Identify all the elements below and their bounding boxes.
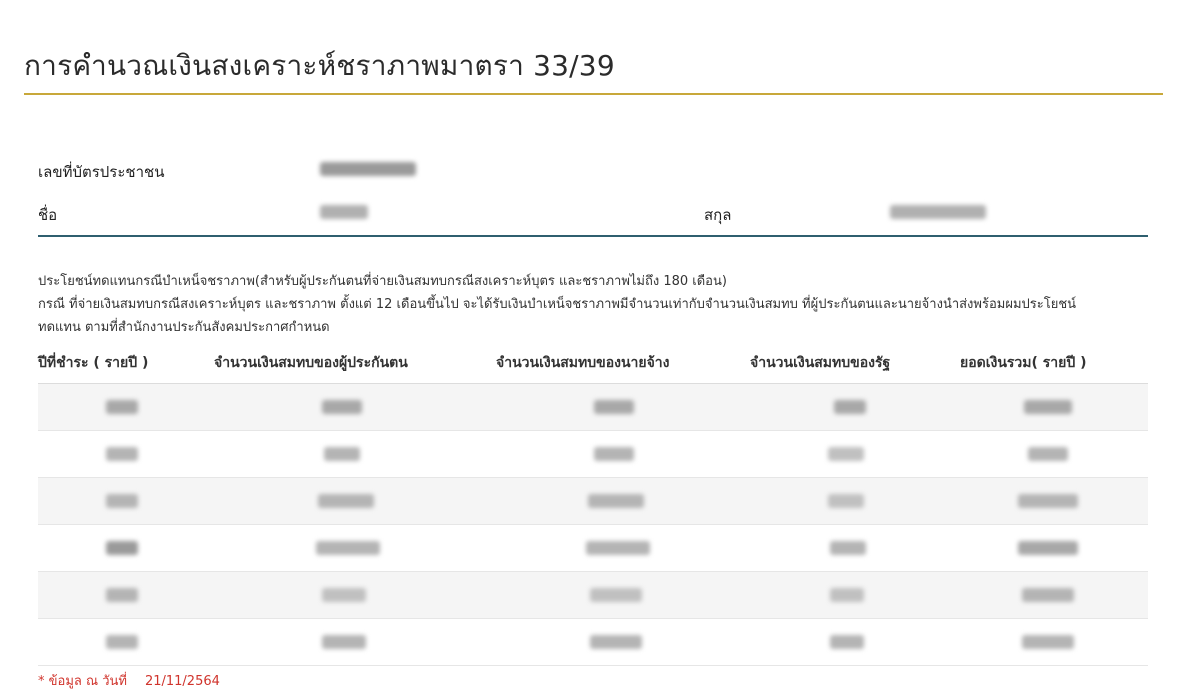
year-cell-redacted [106,494,138,508]
contribution-table: ปีที่ชำระ ( รายปี ) จำนวนเงินสมทบของผู้ป… [38,340,1148,666]
employer-cell-redacted [590,635,642,649]
insured-cell-redacted [322,400,362,414]
employer-cell-redacted [586,541,650,555]
total-cell-redacted [1018,494,1078,508]
insured-cell-redacted [322,588,366,602]
id-row: เลขที่บัตรประชาชน [38,150,1148,193]
benefit-description: ประโยชน์ทดแทนกรณีบำเหน็จชราภาพ(สำหรับผู้… [38,270,1148,339]
year-cell-redacted [106,400,138,414]
table-header: ปีที่ชำระ ( รายปี ) จำนวนเงินสมทบของผู้ป… [38,340,1148,384]
description-line-3: ทดแทน ตามที่สำนักงานประกันสังคมประกาศกำห… [38,320,330,335]
header-yearly-total: ยอดเงินรวม( รายปี ) [960,355,1087,371]
employer-cell-redacted [588,494,644,508]
surname-label: สกุล [704,206,732,224]
info-divider [38,235,1148,237]
description-line-2: กรณี ที่จ่ายเงินสมทบกรณีสงเคราะห์บุตร แล… [38,297,1077,312]
personal-info: เลขที่บัตรประชาชน ชื่อ สกุล [38,150,1148,236]
table-row [38,384,1148,431]
header-government-contribution: จำนวนเงินสมทบของรัฐ [750,355,891,371]
insured-cell-redacted [316,541,380,555]
total-cell-redacted [1024,400,1072,414]
id-value-redacted [320,162,416,176]
insured-cell-redacted [324,447,360,461]
total-cell-redacted [1028,447,1068,461]
insured-cell-redacted [318,494,374,508]
name-label: ชื่อ [38,206,58,224]
header-employer-contribution: จำนวนเงินสมทบของนายจ้าง [496,355,670,371]
year-cell-redacted [106,588,138,602]
title-divider [24,93,1163,95]
year-cell-redacted [106,635,138,649]
footnote-label: * ข้อมูล ณ วันที่ [38,674,127,689]
surname-value-redacted [890,205,986,219]
total-cell-redacted [1022,588,1074,602]
header-year: ปีที่ชำระ ( รายปี ) [38,355,149,371]
government-cell-redacted [830,541,866,555]
footnote-date: 21/11/2564 [144,674,220,689]
table-row [38,478,1148,525]
data-date-footnote: * ข้อมูล ณ วันที่ 21/11/2564 [38,670,220,691]
employer-cell-redacted [590,588,642,602]
name-value-redacted [320,205,368,219]
year-cell-redacted [106,447,138,461]
government-cell-redacted [828,494,864,508]
table-row [38,525,1148,572]
government-cell-redacted [830,588,864,602]
employer-cell-redacted [594,447,634,461]
government-cell-redacted [830,635,864,649]
name-row: ชื่อ สกุล [38,193,1148,236]
total-cell-redacted [1022,635,1074,649]
id-label: เลขที่บัตรประชาชน [38,163,165,181]
header-insured-contribution: จำนวนเงินสมทบของผู้ประกันตน [214,355,408,371]
government-cell-redacted [834,400,866,414]
government-cell-redacted [828,447,864,461]
year-cell-redacted [106,541,138,555]
total-cell-redacted [1018,541,1078,555]
table-row [38,431,1148,478]
table-row [38,572,1148,619]
insured-cell-redacted [322,635,366,649]
page-title: การคำนวณเงินสงเคราะห์ชราภาพมาตรา 33/39 [24,49,615,82]
description-line-1: ประโยชน์ทดแทนกรณีบำเหน็จชราภาพ(สำหรับผู้… [38,274,727,289]
employer-cell-redacted [594,400,634,414]
table-row [38,619,1148,666]
